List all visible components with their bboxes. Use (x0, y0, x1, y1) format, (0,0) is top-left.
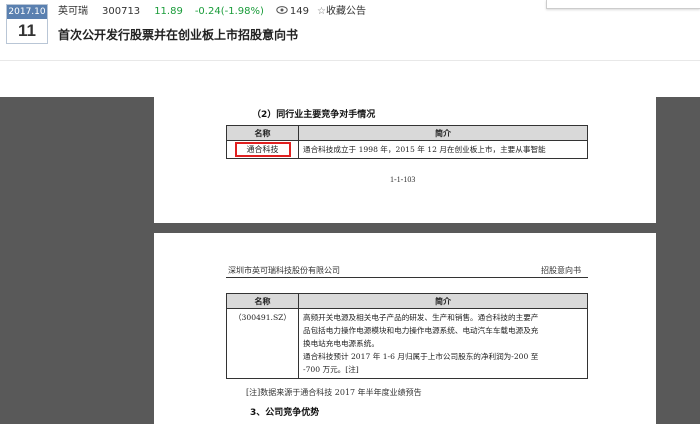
table-cell-code: （300491.SZ） (226, 308, 299, 379)
intro-line: 高频开关电源及相关电子产品的研发、生产和销售。通合科技的主要产 (303, 313, 539, 322)
star-icon: ☆ (316, 6, 326, 17)
highlighted-company-name: 通合科技 (234, 142, 291, 157)
pdf-viewer[interactable]: （2）同行业主要竞争对手情况 名称 简介 通合科技 通合科技成立于 1998 年… (0, 97, 700, 424)
table-footnote: [注]数据来源于通合科技 2017 年半年度业绩预告 (246, 388, 422, 397)
date-badge: 2017.10 11 (6, 4, 48, 44)
stock-code: 300713 (102, 6, 141, 17)
page-number: 1-1-103 (390, 175, 416, 184)
running-header-rule (226, 277, 588, 278)
intro-line: 换电站充电电源系统。 (303, 339, 379, 348)
table-cell-name: 通合科技 (226, 140, 299, 159)
eye-icon (276, 5, 288, 19)
popup-edge (546, 0, 700, 9)
col-header-name: 名称 (226, 293, 299, 309)
pdf-page-103: （2）同行业主要竞争对手情况 名称 简介 通合科技 通合科技成立于 1998 年… (154, 97, 656, 223)
section-heading-advantages: 3、公司竞争优势 (250, 408, 320, 418)
table-cell-intro: 高频开关电源及相关电子产品的研发、生产和销售。通合科技的主要产 品包括电力操作电… (298, 308, 588, 379)
view-count: 149 (289, 6, 309, 17)
date-day: 11 (18, 21, 36, 40)
favorite-label: 收藏公告 (325, 6, 366, 17)
document-title: 首次公开发行股票并在创业板上市招股意向书 (58, 28, 299, 42)
header-divider (0, 60, 700, 61)
col-header-intro: 简介 (298, 293, 588, 309)
intro-line: -700 万元。[注] (303, 365, 359, 374)
favorite-button[interactable]: ☆收藏公告 (317, 5, 366, 19)
competitor-table-bottom: 名称 简介 （300491.SZ） 高频开关电源及相关电子产品的研发、生产和销售… (226, 293, 588, 379)
stock-change: -0.24(-1.98%) (194, 6, 264, 17)
section-heading-competitors: （2）同行业主要竞争对手情况 (252, 110, 376, 120)
stock-name-link[interactable]: 英可瑞 (58, 5, 88, 19)
col-header-intro: 简介 (298, 125, 588, 141)
pdf-page-104: 深圳市英可瑞科技股份有限公司 招股意向书 名称 简介 （300491.SZ） 高… (154, 233, 656, 424)
table-cell-intro: 通合科技成立于 1998 年，2015 年 12 月在创业板上市，主要从事智能 (298, 140, 588, 159)
intro-line: 通合科技预计 2017 年 1-6 月归属于上市公司股东的净利润为-200 至 (303, 352, 539, 361)
intro-line: 品包括电力操作电源模块和电力操作电源系统、电动汽车车载电源及充 (303, 326, 539, 335)
running-header-company: 深圳市英可瑞科技股份有限公司 (228, 266, 340, 275)
date-year-month: 2017.10 (7, 5, 47, 19)
announcement-header: 2017.10 11 英可瑞 300713 11.89 -0.24(-1.98%… (0, 0, 700, 60)
stock-price: 11.89 (154, 6, 183, 17)
running-header-doc: 招股意向书 (541, 266, 581, 275)
stock-info-row: 英可瑞 300713 11.89 -0.24(-1.98%) 149 ☆收藏公告 (58, 5, 366, 19)
competitor-table-top: 名称 简介 通合科技 通合科技成立于 1998 年，2015 年 12 月在创业… (226, 125, 588, 159)
col-header-name: 名称 (226, 125, 299, 141)
